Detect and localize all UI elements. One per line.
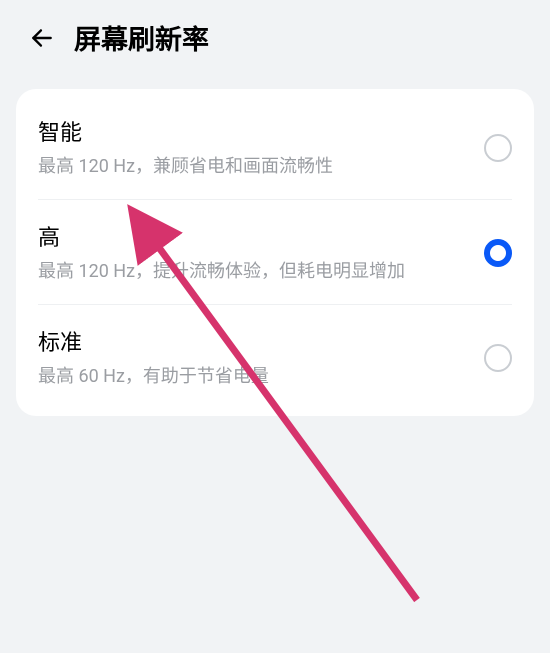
option-title-smart: 智能: [38, 115, 468, 147]
option-high[interactable]: 高 最高 120 Hz，提升流畅体验，但耗电明显增加: [16, 200, 534, 305]
option-title-high: 高: [38, 220, 468, 252]
radio-standard[interactable]: [484, 344, 512, 372]
back-icon[interactable]: [28, 24, 56, 52]
option-desc-smart: 最高 120 Hz，兼顾省电和画面流畅性: [38, 153, 468, 180]
option-text: 标准 最高 60 Hz，有助于节省电量: [38, 325, 468, 390]
option-smart[interactable]: 智能 最高 120 Hz，兼顾省电和画面流畅性: [16, 95, 534, 200]
option-text: 智能 最高 120 Hz，兼顾省电和画面流畅性: [38, 115, 468, 180]
header: 屏幕刷新率: [0, 0, 550, 77]
option-text: 高 最高 120 Hz，提升流畅体验，但耗电明显增加: [38, 220, 468, 285]
option-desc-high: 最高 120 Hz，提升流畅体验，但耗电明显增加: [38, 258, 468, 285]
option-standard[interactable]: 标准 最高 60 Hz，有助于节省电量: [16, 305, 534, 410]
option-title-standard: 标准: [38, 325, 468, 357]
radio-smart[interactable]: [484, 134, 512, 162]
radio-high[interactable]: [484, 239, 512, 267]
options-card: 智能 最高 120 Hz，兼顾省电和画面流畅性 高 最高 120 Hz，提升流畅…: [16, 89, 534, 416]
page-title: 屏幕刷新率: [74, 18, 209, 57]
option-desc-standard: 最高 60 Hz，有助于节省电量: [38, 363, 468, 390]
